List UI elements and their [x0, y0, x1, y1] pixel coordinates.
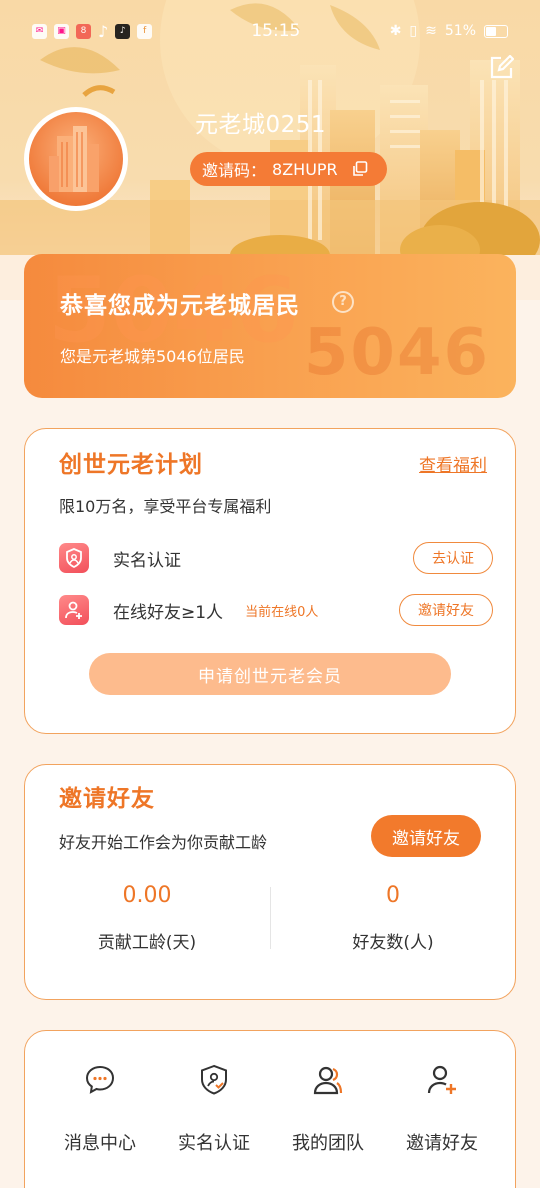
task-row-online-friends: 在线好友≥1人 当前在线0人 邀请好友	[59, 593, 493, 627]
resident-subtitle: 您是元老城第5046位居民	[60, 347, 245, 366]
stat-divider	[270, 887, 271, 949]
tiktok-lite-icon: ♪	[115, 23, 131, 39]
friends-count-value: 0	[386, 883, 400, 908]
facebook-icon: f	[137, 23, 153, 39]
resident-card: 5046 5046 恭喜您成为元老城居民 您是元老城第5046位居民	[24, 254, 516, 398]
menu-real-name-verify[interactable]: 实名认证	[159, 1063, 269, 1155]
contribution-value: 0.00	[122, 883, 172, 908]
add-friend-icon	[427, 1065, 456, 1094]
menu-label: 邀请好友	[406, 1133, 478, 1154]
tiktok-icon: ♪	[98, 21, 109, 41]
wifi-icon: ≋	[425, 23, 437, 39]
copy-icon[interactable]	[352, 161, 368, 177]
quick-menu-card: 消息中心 实名认证 我的团队 邀请好友	[24, 1030, 516, 1188]
view-benefits-link[interactable]: 查看福利	[419, 451, 487, 476]
resident-number-watermark: 5046	[303, 316, 490, 390]
genesis-plan-title: 创世元老计划	[59, 452, 203, 478]
task-row-verify: 实名认证 去认证	[59, 541, 493, 575]
menu-message-center[interactable]: 消息中心	[45, 1063, 155, 1155]
go-verify-button[interactable]: 去认证	[413, 542, 493, 574]
invite-section-title: 邀请好友	[59, 786, 155, 812]
invite-code-value: 8ZHUPR	[272, 159, 338, 179]
menu-label: 实名认证	[178, 1133, 250, 1154]
invite-code-label: 邀请码：	[202, 161, 267, 180]
friends-count-stat: 0 好友数(人)	[293, 883, 493, 953]
menu-my-team[interactable]: 我的团队	[273, 1063, 383, 1155]
edit-icon[interactable]	[488, 55, 514, 81]
friends-count-label: 好友数(人)	[352, 933, 434, 953]
message-icon	[85, 1065, 115, 1094]
invite-friend-button[interactable]: 邀请好友	[371, 815, 481, 857]
menu-invite-friends[interactable]: 邀请好友	[387, 1063, 497, 1155]
online-count-hint: 当前在线0人	[245, 604, 319, 620]
app-icon: 8	[76, 23, 91, 39]
menu-label: 消息中心	[64, 1133, 136, 1154]
help-icon[interactable]: ?	[332, 291, 354, 313]
avatar-building-icon	[29, 112, 123, 206]
genesis-plan-card: 创世元老计划 查看福利 限10万名，享受平台专属福利 实名认证 去认证 在线好友…	[24, 428, 516, 734]
notification-icons: ✉ ▣ 8 ♪ ♪ f	[32, 22, 212, 41]
invite-friend-task-button[interactable]: 邀请好友	[399, 594, 493, 626]
battery-icon	[484, 24, 508, 38]
apply-genesis-member-button[interactable]: 申请创世元老会员	[89, 653, 451, 695]
contribution-label: 贡献工龄(天)	[97, 933, 197, 953]
avatar[interactable]	[24, 107, 128, 211]
verify-shield-icon	[201, 1064, 227, 1095]
invite-code-badge[interactable]: 邀请码： 8ZHUPR	[190, 152, 387, 186]
add-friend-task-icon	[59, 595, 89, 625]
task-label: 实名认证	[113, 550, 181, 571]
username: 元老城0251	[195, 112, 327, 138]
system-indicators: ✱ ▯ ≋ 51%	[390, 23, 508, 39]
clock: 15:15	[251, 21, 301, 41]
verify-task-icon	[59, 543, 89, 573]
genesis-plan-description: 限10万名，享受平台专属福利	[59, 497, 272, 516]
mail-icon: ✉	[32, 23, 47, 39]
team-icon	[313, 1066, 343, 1095]
invite-section-description: 好友开始工作会为你贡献工龄	[59, 833, 268, 852]
task-label: 在线好友≥1人	[113, 602, 224, 623]
vibrate-icon: ▯	[409, 23, 418, 39]
status-bar: ✉ ▣ 8 ♪ ♪ f 15:15 ✱ ▯ ≋ 51%	[0, 0, 540, 62]
menu-label: 我的团队	[292, 1133, 364, 1154]
battery-percent: 51%	[444, 23, 476, 39]
invite-friends-card: 邀请好友 好友开始工作会为你贡献工龄 邀请好友 0.00 贡献工龄(天) 0 好…	[24, 764, 516, 1000]
resident-title: 恭喜您成为元老城居民	[60, 293, 300, 319]
contribution-stat: 0.00 贡献工龄(天)	[47, 883, 247, 953]
photo-icon: ▣	[54, 23, 69, 39]
bluetooth-icon: ✱	[389, 23, 402, 39]
